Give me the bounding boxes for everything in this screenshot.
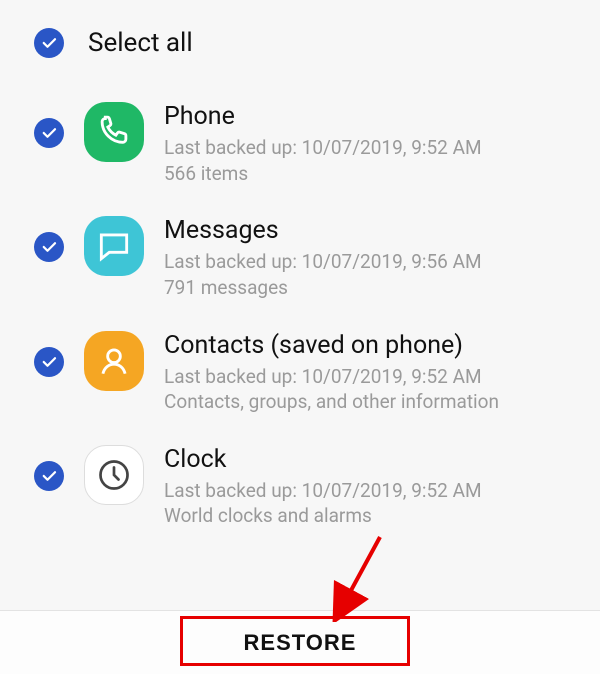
item-checkbox[interactable] [34, 461, 64, 491]
item-text: Contacts (saved on phone) Last backed up… [164, 329, 572, 415]
item-detail: 566 items [164, 161, 572, 187]
check-icon [40, 353, 58, 371]
item-text: Phone Last backed up: 10/07/2019, 9:52 A… [164, 100, 572, 186]
restore-button[interactable]: RESTORE [184, 618, 417, 668]
item-detail: 791 messages [164, 275, 572, 301]
list-item[interactable]: Phone Last backed up: 10/07/2019, 9:52 A… [0, 86, 600, 200]
item-backup: Last backed up: 10/07/2019, 9:52 AM [164, 364, 572, 390]
footer-bar: RESTORE [0, 610, 600, 674]
list-item[interactable]: Messages Last backed up: 10/07/2019, 9:5… [0, 200, 600, 314]
item-detail: Contacts, groups, and other information [164, 389, 572, 415]
check-icon [40, 124, 58, 142]
phone-icon [84, 102, 144, 162]
item-backup: Last backed up: 10/07/2019, 9:56 AM [164, 249, 572, 275]
item-text: Clock Last backed up: 10/07/2019, 9:52 A… [164, 443, 572, 529]
select-all-row[interactable]: Select all [0, 18, 600, 86]
item-title: Contacts (saved on phone) [164, 331, 572, 360]
check-icon [40, 467, 58, 485]
item-title: Messages [164, 216, 572, 245]
item-text: Messages Last backed up: 10/07/2019, 9:5… [164, 214, 572, 300]
item-checkbox[interactable] [34, 118, 64, 148]
clock-icon [84, 445, 144, 505]
check-icon [40, 238, 58, 256]
item-checkbox[interactable] [34, 347, 64, 377]
select-all-label: Select all [88, 28, 193, 58]
item-backup: Last backed up: 10/07/2019, 9:52 AM [164, 135, 572, 161]
select-all-checkbox[interactable] [34, 28, 64, 58]
contacts-icon [84, 331, 144, 391]
check-icon [40, 34, 58, 52]
list-item[interactable]: Clock Last backed up: 10/07/2019, 9:52 A… [0, 429, 600, 543]
list-item[interactable]: Contacts (saved on phone) Last backed up… [0, 315, 600, 429]
item-title: Clock [164, 445, 572, 474]
item-checkbox[interactable] [34, 232, 64, 262]
messages-icon [84, 216, 144, 276]
restore-screen: Select all Phone Last backed up: 10/07/2… [0, 0, 600, 674]
item-backup: Last backed up: 10/07/2019, 9:52 AM [164, 478, 572, 504]
item-detail: World clocks and alarms [164, 503, 572, 529]
item-title: Phone [164, 102, 572, 131]
